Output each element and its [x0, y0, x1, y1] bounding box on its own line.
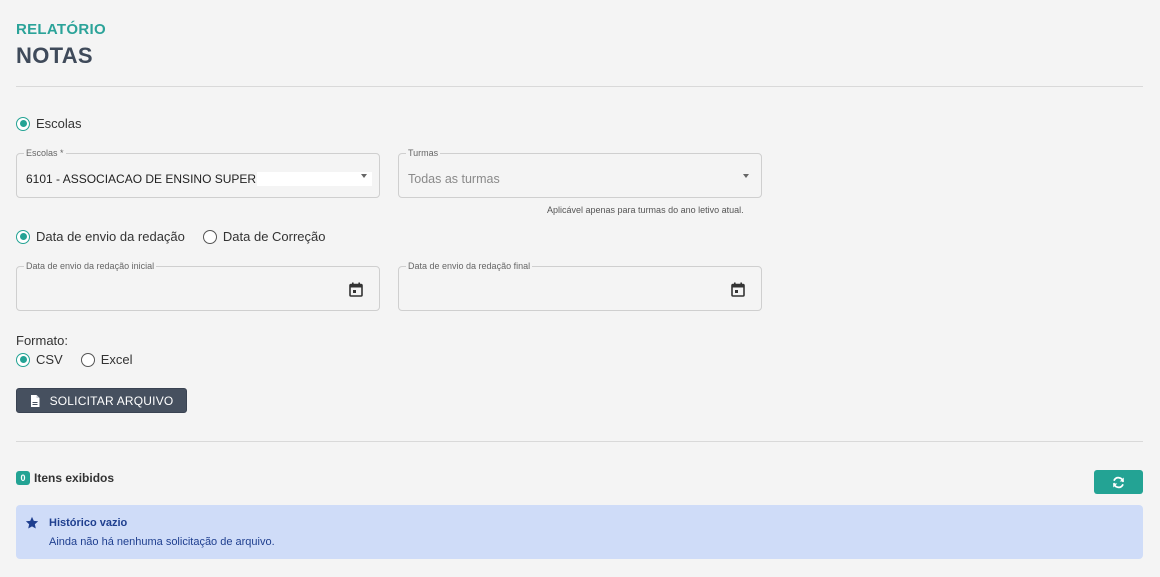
radio-date-correction[interactable]: Data de Correção	[202, 229, 326, 244]
schools-select-label: Escolas *	[24, 147, 66, 159]
start-date-label: Data de envio da redação inicial	[24, 260, 157, 272]
schools-select-value: 6101 - ASSOCIACAO DE ENSINO SUPERIOR	[26, 172, 278, 186]
radio-date-sent-label: Data de envio da redação	[36, 229, 185, 244]
divider	[16, 441, 1143, 442]
star-icon	[25, 516, 39, 529]
empty-history-alert: Histórico vazio Ainda não há nenhuma sol…	[16, 505, 1143, 559]
calendar-icon[interactable]	[731, 282, 745, 297]
page-title: NOTAS	[16, 43, 93, 68]
classes-select-label: Turmas	[406, 147, 441, 159]
radio-unchecked-icon	[202, 229, 217, 244]
radio-checked-icon	[16, 229, 30, 244]
start-date-field[interactable]: Data de envio da redação inicial	[16, 260, 380, 311]
radio-date-sent[interactable]: Data de envio da redação	[16, 229, 185, 244]
radio-csv[interactable]: CSV	[16, 352, 63, 367]
radio-escolas[interactable]: Escolas	[16, 116, 82, 131]
format-label: Formato:	[16, 333, 69, 348]
calendar-icon[interactable]	[349, 282, 363, 297]
radio-unchecked-icon	[80, 352, 95, 367]
radio-excel-label: Excel	[100, 352, 133, 367]
divider	[16, 86, 1143, 87]
alert-text: Ainda não há nenhuma solicitação de arqu…	[49, 536, 275, 548]
radio-escolas-label: Escolas	[36, 116, 82, 131]
radio-checked-icon	[16, 116, 30, 131]
end-date-label: Data de envio da redação final	[406, 260, 533, 272]
date-type-group: Data de envio da redação Data de Correçã…	[16, 229, 344, 244]
count-badge: 0	[16, 471, 30, 485]
radio-date-correction-label: Data de Correção	[222, 229, 326, 244]
count-label: Itens exibidos	[34, 471, 115, 485]
radio-excel[interactable]: Excel	[80, 352, 133, 367]
items-count: 0 Itens exibidos	[16, 471, 114, 485]
request-file-button[interactable]: SOLICITAR ARQUIVO	[16, 388, 187, 413]
radio-csv-label: CSV	[36, 352, 63, 367]
classes-select-placeholder: Todas as turmas	[408, 172, 500, 186]
request-file-label: SOLICITAR ARQUIVO	[49, 393, 174, 408]
chevron-down-icon	[361, 174, 367, 178]
refresh-icon	[1113, 476, 1124, 488]
end-date-field[interactable]: Data de envio da redação final	[398, 260, 762, 311]
classes-select[interactable]: Turmas Todas as turmas	[398, 147, 762, 198]
radio-checked-icon	[16, 352, 30, 367]
schools-select[interactable]: Escolas * 6101 - ASSOCIACAO DE ENSINO SU…	[16, 147, 380, 198]
alert-title: Histórico vazio	[49, 517, 128, 529]
file-icon	[30, 394, 40, 407]
classes-hint: Aplicável apenas para turmas do ano leti…	[547, 205, 744, 215]
chevron-down-icon	[743, 174, 749, 178]
page-eyebrow: RELATÓRIO	[16, 21, 106, 38]
refresh-button[interactable]	[1094, 470, 1143, 494]
format-group: CSV Excel	[16, 352, 151, 367]
redacted-area	[257, 172, 372, 186]
